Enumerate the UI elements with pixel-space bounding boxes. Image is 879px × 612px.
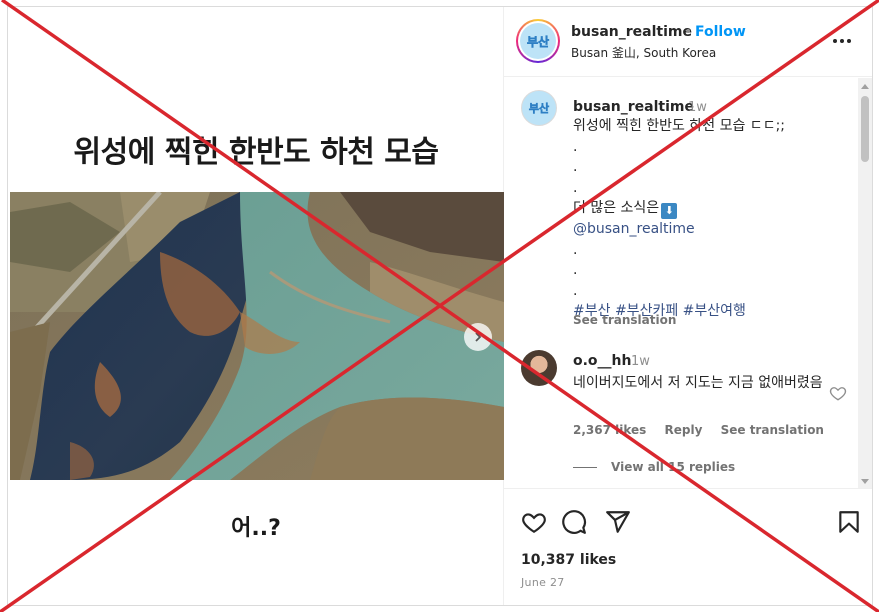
caption-line: . xyxy=(573,282,578,299)
down-arrow-icon: ⬇ xyxy=(661,203,678,219)
caption-line: 위성에 찍힌 한반도 하천 모습 ㄷㄷ;; xyxy=(573,118,786,134)
separator-dot: • xyxy=(684,24,693,40)
follow-button[interactable]: Follow xyxy=(695,24,746,40)
scroll-up-arrow[interactable] xyxy=(861,84,869,89)
caption-text: 위성에 찍힌 한반도 하천 모습 ㄷㄷ;; . . . 더 많은 소식은 ⬇ @b… xyxy=(573,116,863,322)
caption-line: 더 많은 소식은 ⬇ xyxy=(573,198,863,219)
caption-line: . xyxy=(573,138,578,155)
caption-time: 1w xyxy=(688,100,707,115)
comment-icon[interactable] xyxy=(561,509,587,535)
scroll-down-arrow[interactable] xyxy=(861,479,869,484)
post-dialog: 위성에 찍힌 한반도 하천 모습 어..? 부산 busan_realtime … xyxy=(7,6,873,606)
heart-icon[interactable] xyxy=(521,509,547,535)
caption-line: . xyxy=(573,159,578,175)
comment-avatar[interactable] xyxy=(521,350,557,386)
caption-mention[interactable]: @busan_realtime xyxy=(573,219,863,240)
heart-icon[interactable] xyxy=(829,384,847,402)
author-username[interactable]: busan_realtime xyxy=(571,24,692,40)
aerial-river-photo xyxy=(10,192,504,480)
comment-meta: 2,367 likes Reply See translation xyxy=(573,423,838,437)
post-location[interactable]: Busan 釜山, South Korea xyxy=(571,44,716,61)
media-title: 위성에 찍힌 한반도 하천 모습 xyxy=(73,135,439,170)
avatar-label: 부산 xyxy=(520,23,556,59)
caption-line: . xyxy=(573,179,578,196)
chevron-right-icon xyxy=(475,332,482,342)
comment-text: 네이버지도에서 저 지도는 지금 없애버렸음 xyxy=(573,375,823,391)
comments-list[interactable]: 부산 busan_realtime 1w 위성에 찍힌 한반도 하천 모습 ㄷㄷ… xyxy=(504,78,872,488)
post-actions: 10,387 likes June 27 xyxy=(504,488,872,605)
reply-button[interactable]: Reply xyxy=(665,423,703,437)
next-slide-button[interactable] xyxy=(464,323,492,351)
post-side-panel: 부산 busan_realtime • Follow Busan 釜山, Sou… xyxy=(504,7,872,605)
post-date: June 27 xyxy=(521,576,565,589)
caption-avatar[interactable]: 부산 xyxy=(521,90,557,126)
post-media: 위성에 찍힌 한반도 하천 모습 어..? xyxy=(8,7,504,605)
comment-likes[interactable]: 2,367 likes xyxy=(573,423,646,437)
hashtag[interactable]: #부산여행 xyxy=(683,303,746,319)
comment-see-translation[interactable]: See translation xyxy=(721,423,824,437)
share-icon[interactable] xyxy=(605,509,631,535)
caption-line: . xyxy=(573,262,578,278)
more-icon[interactable] xyxy=(830,33,854,49)
view-replies-button[interactable]: View all 15 replies xyxy=(573,460,735,474)
comment-username[interactable]: o.o__hh xyxy=(573,353,632,369)
post-header: 부산 busan_realtime • Follow Busan 釜山, Sou… xyxy=(504,7,872,77)
bookmark-icon[interactable] xyxy=(836,509,862,535)
post-likes[interactable]: 10,387 likes xyxy=(521,552,616,568)
media-caption: 어..? xyxy=(231,516,281,541)
scroll-thumb[interactable] xyxy=(861,96,869,162)
caption-see-translation[interactable]: See translation xyxy=(573,313,676,327)
comment-time: 1w xyxy=(631,354,650,369)
author-avatar[interactable]: 부산 xyxy=(516,19,560,63)
caption-username[interactable]: busan_realtime xyxy=(573,99,694,115)
comments-scrollbar[interactable] xyxy=(858,78,872,488)
caption-line: . xyxy=(573,241,578,258)
